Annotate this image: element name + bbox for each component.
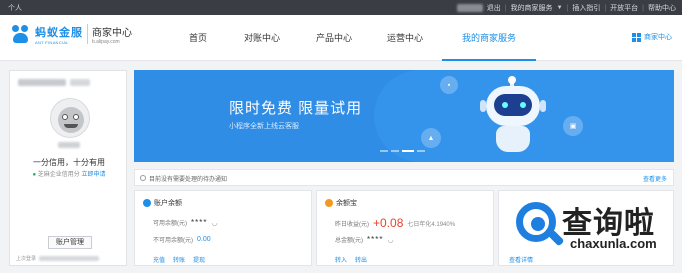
yuebao-title: 余额宝 bbox=[336, 200, 357, 207]
last-login-blurred bbox=[39, 256, 100, 261]
cert-text: 芝麻企业信用分 bbox=[37, 172, 80, 178]
center-name: 商家中心 bbox=[92, 27, 132, 39]
document-icon: ▣ bbox=[563, 116, 583, 136]
banner-subtitle: 小程序全新上线云客服 bbox=[229, 123, 299, 130]
chat-bubble-icon: ▪ bbox=[440, 76, 458, 94]
grid-icon bbox=[632, 32, 641, 42]
yuebao-icon bbox=[325, 199, 333, 207]
balance-card: 账户余额 可用余额(元) **** ◡ 不可用余额(元) 0.00 充值 转账 … bbox=[134, 190, 312, 266]
brand-en: ANT FINANCIAL bbox=[35, 39, 69, 45]
transfer-in-link[interactable]: 转入 bbox=[335, 255, 347, 264]
main-nav: 首页 对账中心 产品中心 运营中心 我的商家服务 bbox=[172, 15, 536, 61]
transfer-out-link[interactable]: 转出 bbox=[355, 255, 367, 264]
nav-products[interactable]: 产品中心 bbox=[300, 15, 368, 61]
logo[interactable]: 蚂蚁金服 ANT FINANCIAL 商家中心 b.alipay.com bbox=[10, 23, 132, 45]
robot-illustration bbox=[474, 76, 554, 154]
open-platform-link[interactable]: 开放平台 bbox=[610, 3, 638, 13]
magnifier-logo-icon bbox=[512, 198, 565, 250]
todo-notice-bar: 目前没有需要处理的待办通知 查看更多 bbox=[134, 169, 674, 186]
merchant-center-switch[interactable]: 商家中心 bbox=[632, 32, 672, 42]
ant-logo-icon bbox=[10, 23, 32, 45]
transfer-link[interactable]: 转账 bbox=[173, 255, 185, 264]
banner-title: 限时免费 限量试用 bbox=[229, 100, 363, 117]
yesterday-income-label: 昨日收益(元) bbox=[335, 221, 369, 228]
yesterday-income-value: +0.08 bbox=[373, 216, 404, 230]
balance-title: 账户余额 bbox=[154, 200, 182, 207]
eye-icon[interactable]: ◡ bbox=[211, 219, 217, 227]
user-name-blurred bbox=[456, 4, 483, 12]
withdraw-link[interactable]: 提现 bbox=[193, 255, 205, 264]
wallet-icon bbox=[143, 199, 151, 207]
watermark-url: chaxunla.com bbox=[570, 236, 657, 251]
account-suffix-blurred bbox=[70, 79, 90, 86]
recharge-link[interactable]: 充值 bbox=[153, 255, 165, 264]
credit-slogan: 一分信用，十分有用 bbox=[33, 158, 105, 167]
notice-text: 目前没有需要处理的待办通知 bbox=[149, 177, 228, 183]
main-header: 蚂蚁金服 ANT FINANCIAL 商家中心 b.alipay.com 首页 … bbox=[0, 15, 682, 61]
last-login-label: 上次登录 bbox=[16, 256, 37, 262]
nav-home[interactable]: 首页 bbox=[172, 15, 224, 61]
nav-operations[interactable]: 运营中心 bbox=[368, 15, 442, 61]
available-balance-value: **** bbox=[191, 218, 208, 227]
logo-divider bbox=[87, 24, 88, 44]
center-url: b.alipay.com bbox=[92, 38, 120, 45]
unavailable-balance-label: 不可用余额(元) bbox=[153, 238, 193, 244]
account-management-button[interactable]: 账户管理 bbox=[48, 236, 92, 249]
promo-banner[interactable]: 限时免费 限量试用 小程序全新上线云客服 ▪ ▲ ▣ bbox=[134, 70, 674, 162]
eye-icon[interactable]: ◡ bbox=[387, 236, 393, 244]
total-amount-label: 总金额(元) bbox=[335, 238, 363, 244]
top-links: 退出 | 我的商家服务 ▼ | 插入指引 | 开放平台 | 帮助中心 bbox=[456, 3, 676, 13]
merchant-center-label: 商家中心 bbox=[644, 34, 672, 41]
guide-link[interactable]: 插入指引 bbox=[572, 3, 600, 13]
view-more-link[interactable]: 查看更多 bbox=[643, 174, 667, 183]
avatar[interactable] bbox=[50, 98, 90, 138]
unavailable-balance-value: 0.00 bbox=[197, 236, 211, 243]
account-id-blurred bbox=[18, 79, 66, 86]
site-watermark: 查询啦 chaxunla.com bbox=[506, 196, 676, 270]
carousel-dots[interactable] bbox=[380, 150, 425, 152]
yuebao-actions: 转入 转出 bbox=[335, 255, 367, 264]
chart-icon: ▲ bbox=[421, 128, 441, 148]
balance-actions: 充值 转账 提现 bbox=[153, 255, 205, 264]
logout-link[interactable]: 退出 bbox=[487, 3, 501, 13]
user-name-blurred bbox=[58, 142, 80, 148]
credit-cert: ● 芝麻企业信用分 立即申请 bbox=[10, 169, 128, 178]
apply-now-link[interactable]: 立即申请 bbox=[81, 172, 105, 178]
nav-my-merchant-service[interactable]: 我的商家服务 bbox=[442, 15, 536, 61]
chevron-down-icon[interactable]: ▼ bbox=[557, 5, 563, 11]
bell-icon bbox=[140, 175, 146, 181]
seven-day-rate: 七日年化4.1940% bbox=[407, 221, 456, 228]
brand-name: 蚂蚁金服 bbox=[35, 26, 83, 39]
check-icon: ● bbox=[32, 172, 37, 178]
personal-label[interactable]: 个人 bbox=[8, 3, 22, 13]
profile-card: 一分信用，十分有用 ● 芝麻企业信用分 立即申请 账户管理 上次登录 bbox=[9, 70, 127, 266]
nav-reconciliation[interactable]: 对账中心 bbox=[224, 15, 300, 61]
help-center-link[interactable]: 帮助中心 bbox=[648, 3, 676, 13]
top-utility-bar: 个人 退出 | 我的商家服务 ▼ | 插入指引 | 开放平台 | 帮助中心 bbox=[0, 0, 682, 15]
available-balance-label: 可用余额(元) bbox=[153, 221, 187, 227]
last-login: 上次登录 bbox=[16, 255, 100, 262]
total-amount-value: **** bbox=[367, 235, 384, 244]
yuebao-card: 余额宝 昨日收益(元) +0.08 七日年化4.1940% 总金额(元) ***… bbox=[316, 190, 494, 266]
my-merchant-service-link[interactable]: 我的商家服务 bbox=[511, 3, 553, 13]
